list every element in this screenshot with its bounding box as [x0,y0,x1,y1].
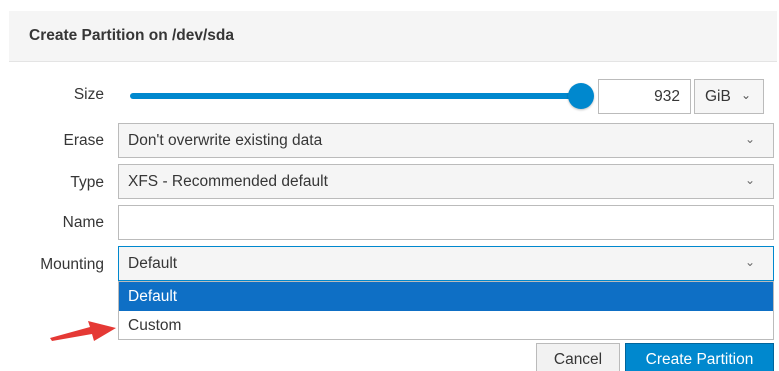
erase-select-value: Don't overwrite existing data [128,132,323,149]
cancel-button[interactable]: Cancel [536,343,620,371]
size-label: Size [73,86,104,103]
size-unit-select[interactable]: GiB ⌄ [694,79,764,114]
name-input[interactable] [118,205,774,240]
type-select-value: XFS - Recommended default [128,173,328,190]
red-arrow-icon [50,321,116,341]
mounting-select[interactable]: Default ⌄ [118,246,774,281]
type-label: Type [70,174,104,191]
chevron-down-icon: ⌄ [740,88,751,102]
mounting-select-value: Default [128,255,178,272]
size-slider-handle[interactable] [568,83,594,109]
mounting-option-custom[interactable]: Custom [119,311,773,340]
chevron-down-icon: ⌄ [744,173,755,187]
size-unit-value: GiB [705,88,731,105]
create-partition-button[interactable]: Create Partition [625,343,774,371]
mounting-option-default[interactable]: Default [119,282,773,311]
erase-select[interactable]: Don't overwrite existing data ⌄ [118,123,774,158]
erase-label: Erase [63,132,105,149]
chevron-down-icon: ⌄ [744,132,755,146]
dialog-header: Create Partition on /dev/sda [9,11,777,62]
mounting-dropdown-list: Default Custom [118,281,774,340]
mounting-label: Mounting [40,256,104,273]
dialog-title: Create Partition on /dev/sda [29,27,234,44]
type-select[interactable]: XFS - Recommended default ⌄ [118,164,774,199]
name-label: Name [62,214,104,231]
size-input[interactable]: 932 [598,79,691,114]
chevron-down-icon: ⌄ [744,255,755,269]
size-slider-track[interactable] [130,93,582,99]
